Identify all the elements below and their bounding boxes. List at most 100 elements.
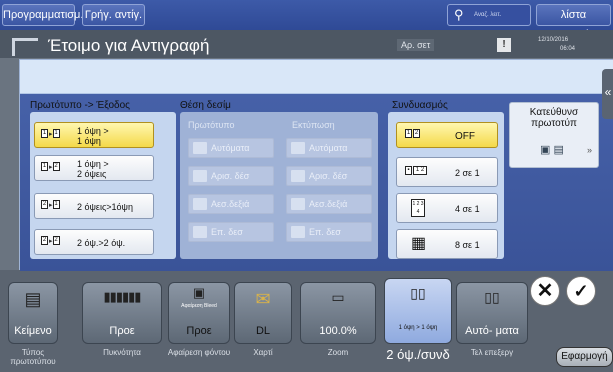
envelope-icon: ✉ [255, 289, 271, 309]
auto-icon [291, 142, 305, 154]
option-1side-to-1side[interactable]: 1 ▸ 1 1 όψη >1 όψη [34, 122, 154, 148]
print-column-label: Εκτύπωση [292, 120, 335, 130]
combine-label: 2 σε 1 [455, 168, 480, 178]
duplex-original-icon: 2 ▸ 1 [41, 200, 60, 210]
tile-label: DL [255, 325, 271, 337]
binding-label: Αυτόματα [211, 143, 250, 153]
duplex-combine-dialog: Πρωτότυπο -> Έξοδος Θέση δεσίμ Συνδυασμό… [19, 59, 613, 271]
original-column-label: Πρωτότυπο [188, 120, 235, 130]
caption-duplex: 2 όψ./συνδ [386, 347, 450, 362]
tile-label: 100.0% [319, 325, 357, 337]
quick-copy-button[interactable]: Γρήγ. αντίγ. [82, 4, 145, 26]
option-2side-to-1side[interactable]: 2 ▸ 1 2 όψεις>1όψη [34, 193, 154, 219]
datetime: 12/10/2016 06:04 [538, 36, 575, 54]
time-text: 06:04 [560, 46, 576, 52]
search-icon: ⚲ [454, 7, 464, 22]
density-tile[interactable]: ▮▮▮▮▮▮ Προε [82, 282, 162, 344]
top-binding-icon [291, 226, 305, 238]
density-scale-icon: ▮▮▮▮▮▮ [103, 289, 142, 304]
orig-binding-right: Αεσ.δεξιά [188, 194, 274, 214]
combine-off-button[interactable]: 12 OFF [396, 122, 498, 148]
orig-binding-top: Επ. δεσ [188, 222, 274, 242]
original-direction-button[interactable]: Κατεύθυνσ πρωτοτύπ ▣ ▤ » [509, 102, 599, 168]
option-2side-to-2side[interactable]: 2 ▸ 2 2 όψ.>2 όψ. [34, 229, 154, 255]
function-search-button[interactable]: ⚲ Αναζ. λειτ. [447, 4, 531, 26]
ok-button[interactable]: ✓ [566, 276, 596, 306]
original-output-title: Πρωτότυπο -> Έξοδος [30, 100, 130, 111]
tile-label: Προε [109, 325, 135, 337]
print-binding-top: Επ. δεσ [286, 222, 372, 242]
date-text: 12/10/2016 [538, 37, 569, 43]
combine-4in1-button[interactable]: 1 2 3 4 4 σε 1 [396, 193, 498, 223]
background-removal-tile[interactable]: ▣ Αφαίρεση Bleed Προε [168, 282, 230, 344]
combine-8in1-button[interactable]: ▦ 8 σε 1 [396, 229, 498, 259]
collapse-panel-icon[interactable]: « [602, 69, 613, 119]
print-binding-left: Αρισ. δέσ [286, 166, 372, 186]
apply-button[interactable]: Εφαρμογή [556, 347, 613, 367]
finishing-tile[interactable]: ▯▯ Αυτό- ματα [456, 282, 528, 344]
program-button[interactable]: Προγραμματισμ. [2, 4, 83, 26]
orig-binding-auto: Αυτόματα [188, 138, 274, 158]
option-label: 2 όψεις>1όψη [77, 202, 133, 212]
binding-label: Αυτόματα [309, 143, 348, 153]
option-line2: 1 όψη [77, 136, 101, 146]
original-direction-label: Κατεύθυνσ πρωτοτύπ [529, 107, 579, 129]
job-list-button[interactable]: λίστα εργασιών [536, 4, 611, 41]
tile-label: Κείμενο [14, 325, 52, 337]
copies-label: Αρ. σετ [397, 39, 435, 51]
two-in-one-icon: ▪ 1 2 [405, 165, 433, 181]
background-icon: ▣ [192, 285, 206, 300]
status-row: Έτοιμο για Αντιγραφή Αρ. σετ ! [0, 30, 613, 58]
binding-label: Επ. δεσ [211, 227, 243, 237]
combine-label: OFF [455, 131, 475, 142]
tile-label: Αυτό- ματα [465, 325, 519, 337]
dialog-header [20, 60, 613, 94]
print-binding-right: Αεσ.δεξιά [286, 194, 372, 214]
zoom-icon: ▭ [331, 289, 345, 305]
print-binding-auto: Αυτόματα [286, 138, 372, 158]
original-type-tile[interactable]: ▤ Κείμενο [8, 282, 58, 344]
caption-zoom: Zoom [327, 348, 349, 357]
caption-paper: Χαρτί [253, 348, 273, 357]
option-line1: 1 όψη > [77, 126, 109, 136]
option-label: 1 όψη >1 όψη [77, 126, 109, 146]
auto-icon [193, 142, 207, 154]
right-binding-icon [193, 198, 207, 210]
option-line1: 1 όψη > [77, 159, 109, 169]
finishing-icon: ▯▯ [484, 289, 500, 305]
combine-label: 8 σε 1 [455, 240, 480, 250]
duplex-both-icon: 2 ▸ 2 [41, 236, 60, 246]
top-bar: Προγραμματισμ. Γρήγ. αντίγ. ⚲ Αναζ. λειτ… [0, 0, 613, 41]
document-icon: ▤ [24, 289, 42, 309]
zoom-tile[interactable]: ▭ 100.0% [300, 282, 376, 344]
bleed-label: Αφαίρεση Bleed [181, 303, 217, 309]
caption-background: Αφαίρεση φόντου [167, 348, 231, 357]
search-text: Αναζ. λειτ. [474, 12, 502, 18]
combine-2in1-button[interactable]: ▪ 1 2 2 σε 1 [396, 157, 498, 187]
duplex-combine-tile[interactable]: ▯▯ 1 όψη > 1 όψη [384, 278, 452, 344]
binding-position-title: Θέση δεσίμ [180, 100, 231, 111]
eight-in-one-icon: ▦ [411, 235, 427, 252]
option-line2: 2 όψεις [77, 169, 107, 179]
copy-screen: Προγραμματισμ. Γρήγ. αντίγ. ⚲ Αναζ. λειτ… [0, 0, 613, 372]
combine-off-icon: 12 [405, 129, 420, 139]
orig-binding-left: Αρισ. δέσ [188, 166, 274, 186]
caption-original-type: Τύπος πρωτοτύπου [10, 348, 56, 366]
duplex-output-icon: 1 ▸ 2 [41, 162, 60, 172]
option-label: 2 όψ.>2 όψ. [77, 238, 126, 248]
binding-label: Αρισ. δέσ [309, 171, 348, 181]
status-title: Έτοιμο για Αντιγραφή [48, 36, 210, 55]
duplex-icon: ▯▯ [410, 285, 426, 301]
warning-icon[interactable]: ! [497, 38, 511, 52]
direction-icon: ▣ ▤ [540, 144, 564, 156]
binding-label: Αεσ.δεξιά [211, 199, 250, 209]
cancel-button[interactable]: ✕ [530, 276, 560, 306]
right-binding-icon [291, 198, 305, 210]
one-side-copy-icon: 1 ▸ 1 [41, 129, 60, 139]
left-binding-icon [291, 170, 305, 182]
combine-label: 4 σε 1 [455, 204, 480, 214]
tile-label: 1 όψη > 1 όψη [398, 325, 438, 331]
paper-tile[interactable]: ✉ DL [234, 282, 292, 344]
option-1side-to-2side[interactable]: 1 ▸ 2 1 όψη >2 όψεις [34, 155, 154, 181]
option-label: 1 όψη >2 όψεις [77, 159, 109, 179]
